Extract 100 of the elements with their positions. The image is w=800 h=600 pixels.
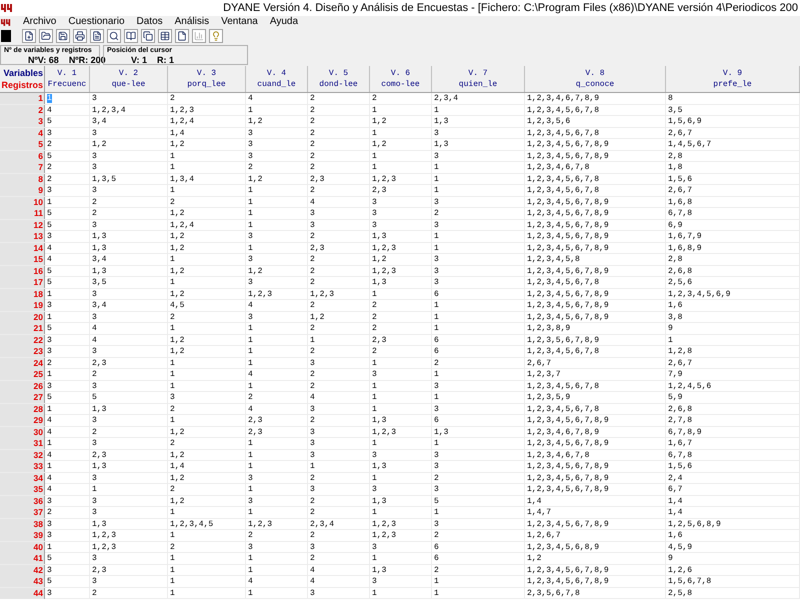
table-cell: 1,6,7,9 bbox=[666, 231, 800, 242]
table-cell: 3 bbox=[168, 392, 246, 403]
table-cell: 4,5 bbox=[168, 300, 246, 311]
table-cell: 1 bbox=[246, 346, 308, 357]
row-header[interactable]: 33 bbox=[0, 461, 45, 472]
row-header[interactable]: 9 bbox=[0, 185, 45, 196]
menu-item[interactable]: Ventana bbox=[221, 16, 258, 28]
table-icon[interactable] bbox=[158, 29, 172, 43]
table-cell: 4 bbox=[246, 404, 308, 414]
lightbulb-icon[interactable] bbox=[209, 29, 223, 43]
row-header[interactable]: 41 bbox=[0, 553, 45, 564]
row-header[interactable]: 3 bbox=[0, 116, 45, 127]
row-header[interactable]: 39 bbox=[0, 530, 45, 541]
column-header[interactable]: V. 5 dond-lee bbox=[308, 66, 370, 92]
row-header[interactable]: 6 bbox=[0, 150, 45, 162]
column-header[interactable]: V. 7 quien_le bbox=[432, 66, 525, 92]
table-cell: 1 bbox=[432, 576, 525, 587]
copy-icon[interactable] bbox=[141, 29, 155, 43]
save-icon[interactable] bbox=[56, 29, 70, 43]
row-header[interactable]: 36 bbox=[0, 496, 45, 506]
row-header[interactable]: 16 bbox=[0, 266, 45, 276]
row-header[interactable]: 42 bbox=[0, 564, 45, 576]
row-header[interactable]: 8 bbox=[0, 174, 45, 184]
table-cell: 1 bbox=[168, 530, 246, 541]
table-cell: 1 bbox=[246, 242, 308, 254]
table-cell: 1 bbox=[370, 553, 432, 564]
column-header[interactable]: V. 1 Frecuenc bbox=[45, 66, 90, 92]
row-header[interactable]: 14 bbox=[0, 242, 45, 254]
menu-item[interactable]: Análisis bbox=[174, 16, 210, 28]
table-cell: 1,2,3 bbox=[370, 242, 432, 254]
document-icon[interactable] bbox=[90, 29, 104, 43]
row-header[interactable]: 35 bbox=[0, 484, 45, 495]
row-header[interactable]: 26 bbox=[0, 380, 45, 392]
row-header[interactable]: 1 bbox=[0, 93, 45, 104]
row-header[interactable]: 34 bbox=[0, 472, 45, 484]
row-header[interactable]: 28 bbox=[0, 404, 45, 414]
row-header[interactable]: 22 bbox=[0, 334, 45, 346]
row-header[interactable]: 21 bbox=[0, 323, 45, 334]
row-header[interactable]: 30 bbox=[0, 426, 45, 438]
search-icon[interactable] bbox=[107, 29, 121, 43]
menu-item[interactable]: Ayuda bbox=[270, 16, 298, 28]
row-header[interactable]: 27 bbox=[0, 392, 45, 403]
table-cell: 2 bbox=[168, 312, 246, 322]
row-header[interactable]: 4 bbox=[0, 128, 45, 138]
row-header[interactable]: 29 bbox=[0, 415, 45, 426]
folder-icon[interactable] bbox=[39, 29, 53, 43]
table-cell: 1,4 bbox=[666, 496, 800, 506]
table-cell: 6 bbox=[432, 334, 525, 346]
table-cell: 1,3 bbox=[90, 266, 168, 276]
book-icon[interactable] bbox=[124, 29, 138, 43]
row-header[interactable]: 13 bbox=[0, 231, 45, 242]
page-icon[interactable] bbox=[175, 29, 189, 43]
table-cell: 1,2,3,5,6 bbox=[525, 116, 666, 127]
row-header[interactable]: 2 bbox=[0, 104, 45, 116]
column-header[interactable]: V. 8 q_conoce bbox=[525, 66, 666, 92]
row-header[interactable]: 23 bbox=[0, 346, 45, 357]
row-header[interactable]: 12 bbox=[0, 220, 45, 230]
table-cell: 2,3 bbox=[90, 358, 168, 368]
row-header[interactable]: 44 bbox=[0, 588, 45, 598]
row-header[interactable]: 40 bbox=[0, 542, 45, 552]
menu-item[interactable]: Cuestionario bbox=[68, 16, 125, 28]
row-header[interactable]: 17 bbox=[0, 277, 45, 288]
row-header[interactable]: 32 bbox=[0, 450, 45, 460]
table-cell: 3 bbox=[90, 472, 168, 484]
table-cell: 2 bbox=[308, 266, 370, 276]
row-header[interactable]: 31 bbox=[0, 438, 45, 449]
row-header[interactable]: 20 bbox=[0, 312, 45, 322]
row-header[interactable]: 38 bbox=[0, 518, 45, 530]
table-cell: 1,6,7 bbox=[666, 438, 800, 449]
column-header[interactable]: V. 3 porq_lee bbox=[168, 66, 246, 92]
table-cell: 1 bbox=[168, 576, 246, 587]
column-header[interactable]: V. 2 que-lee bbox=[90, 66, 168, 92]
column-header[interactable]: V. 6 como-lee bbox=[370, 66, 432, 92]
table-cell: 1,2,3 bbox=[90, 542, 168, 552]
row-header[interactable]: 18 bbox=[0, 288, 45, 300]
table-cell: 1,2,3,4,5,6,7,8,9 bbox=[525, 461, 666, 472]
table-cell: 2 bbox=[370, 312, 432, 322]
printer-icon[interactable] bbox=[73, 29, 87, 43]
row-header[interactable]: 15 bbox=[0, 254, 45, 265]
row-header[interactable]: 10 bbox=[0, 196, 45, 208]
table-cell: 2 bbox=[168, 438, 246, 449]
table-cell: 1 bbox=[45, 461, 90, 472]
column-header[interactable]: V. 4 cuand_le bbox=[246, 66, 308, 92]
table-cell: 3 bbox=[370, 196, 432, 208]
row-header[interactable]: 24 bbox=[0, 358, 45, 368]
table-cell: 2,4 bbox=[666, 472, 800, 484]
column-header[interactable]: V. 9 prefe_le bbox=[666, 66, 800, 92]
row-header[interactable]: 11 bbox=[0, 208, 45, 219]
new-file-icon[interactable] bbox=[22, 29, 36, 43]
menu-item[interactable]: Archivo bbox=[23, 16, 56, 28]
row-header[interactable]: 43 bbox=[0, 576, 45, 587]
table-cell: 3 bbox=[45, 380, 90, 392]
row-header[interactable]: 25 bbox=[0, 369, 45, 380]
row-header[interactable]: 7 bbox=[0, 162, 45, 173]
row-header[interactable]: 19 bbox=[0, 300, 45, 311]
table-cell: 3 bbox=[432, 254, 525, 265]
row-header[interactable]: 37 bbox=[0, 507, 45, 518]
menu-item[interactable]: Datos bbox=[136, 16, 163, 28]
table-cell: 2,3,4 bbox=[432, 93, 525, 104]
row-header[interactable]: 5 bbox=[0, 139, 45, 150]
